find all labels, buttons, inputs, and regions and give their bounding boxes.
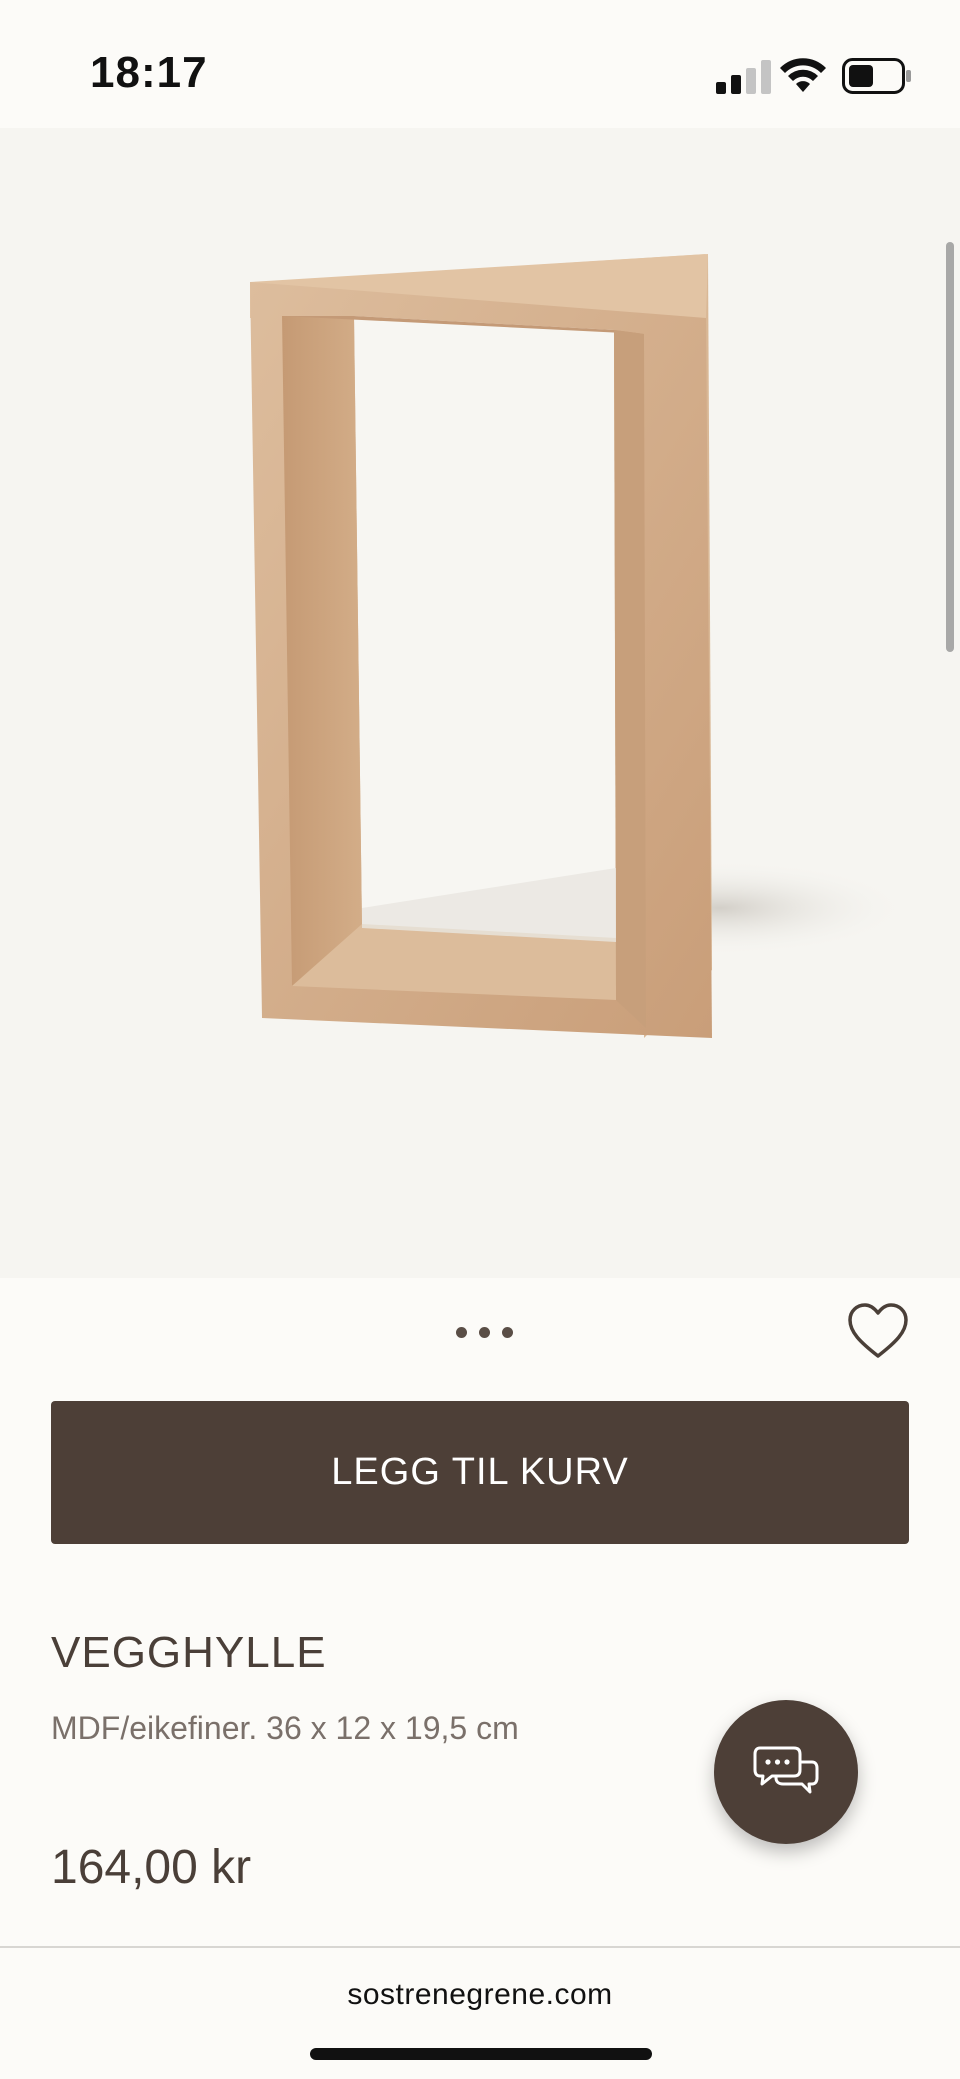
battery-icon xyxy=(842,58,911,94)
home-indicator[interactable] xyxy=(310,2048,652,2060)
add-to-cart-button[interactable]: LEGG TIL KURV xyxy=(51,1401,909,1544)
more-dots-icon[interactable] xyxy=(456,1320,513,1344)
wooden-wall-shelf-image xyxy=(250,254,910,1038)
product-price: 164,00 kr xyxy=(51,1841,252,1894)
browser-bottom-bar: sostrenegrene.com xyxy=(0,1946,960,2079)
chat-button[interactable] xyxy=(714,1700,858,1844)
product-image-gallery[interactable] xyxy=(0,128,960,1278)
dot xyxy=(502,1326,513,1338)
product-title: VEGGHYLLE xyxy=(51,1628,327,1677)
cellular-signal-icon xyxy=(716,60,771,94)
status-time: 18:17 xyxy=(90,48,208,97)
gallery-scrollbar[interactable] xyxy=(946,242,954,652)
dot xyxy=(456,1326,467,1338)
status-bar: 18:17 xyxy=(0,0,960,128)
wifi-icon xyxy=(780,58,826,92)
heart-icon[interactable] xyxy=(846,1302,910,1362)
chat-bubbles-icon xyxy=(753,1746,819,1794)
url-field[interactable]: sostrenegrene.com xyxy=(0,1978,960,2012)
product-description: MDF/eikefiner. 36 x 12 x 19,5 cm xyxy=(51,1710,519,1746)
dot xyxy=(479,1326,490,1338)
